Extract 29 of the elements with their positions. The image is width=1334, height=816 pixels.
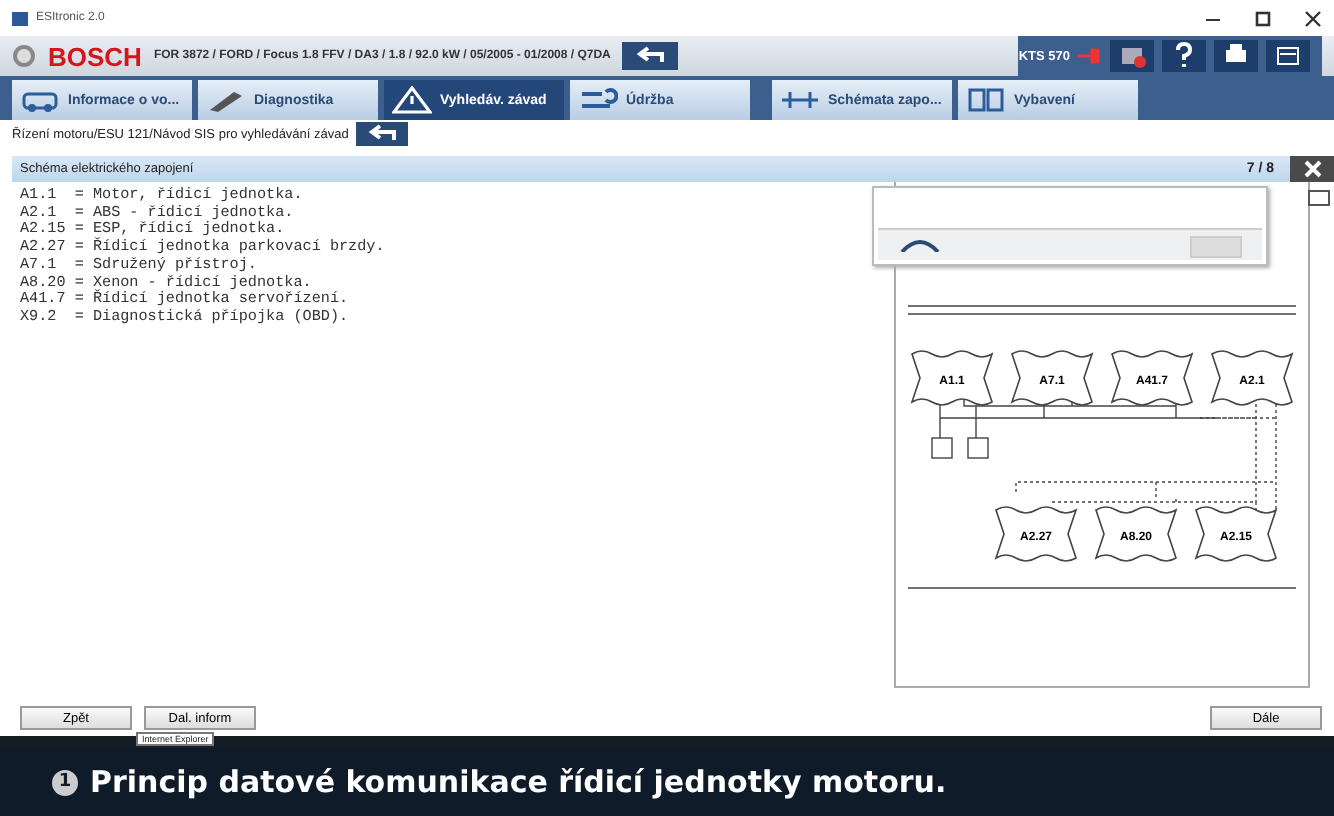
network-icon bbox=[1116, 42, 1148, 70]
help-button[interactable] bbox=[1162, 40, 1206, 72]
maximize-icon[interactable] bbox=[1254, 9, 1272, 27]
gauge-icon bbox=[898, 236, 942, 252]
back-arrow-icon bbox=[634, 46, 667, 66]
probe-icon bbox=[206, 86, 246, 114]
close-button[interactable] bbox=[1290, 156, 1334, 182]
plug-icon bbox=[1078, 48, 1102, 64]
connector-block bbox=[931, 437, 953, 459]
back-button[interactable] bbox=[356, 122, 409, 146]
warning-icon bbox=[392, 86, 432, 114]
print-button[interactable] bbox=[1214, 40, 1258, 72]
close-icon[interactable] bbox=[1304, 9, 1322, 27]
menu-button[interactable] bbox=[1266, 40, 1310, 72]
app-icon bbox=[12, 11, 28, 25]
logo-icon bbox=[12, 44, 36, 68]
wrench-icon bbox=[578, 86, 618, 114]
window-button[interactable] bbox=[1308, 190, 1330, 206]
menu-icon bbox=[1272, 42, 1304, 70]
connector-block bbox=[967, 437, 989, 459]
caption: Princip datové komunikace řídicí jednotky motoru. bbox=[90, 764, 947, 800]
brand-logo: BOSCH bbox=[48, 41, 142, 71]
network-button[interactable] bbox=[1110, 40, 1154, 72]
book-icon bbox=[966, 86, 1006, 114]
number-badge: 1 bbox=[52, 769, 78, 795]
circuit-icon bbox=[780, 86, 820, 114]
back-arrow-icon bbox=[366, 124, 399, 144]
back-button[interactable] bbox=[622, 42, 679, 70]
close-icon bbox=[1303, 160, 1321, 178]
